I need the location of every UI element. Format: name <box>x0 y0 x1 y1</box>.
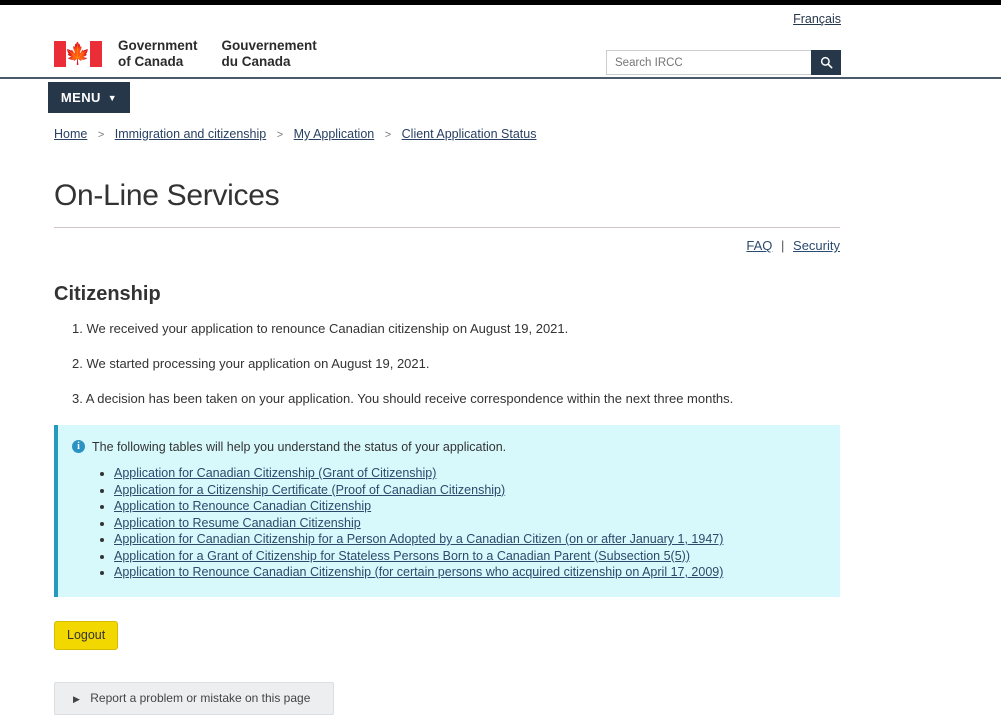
application-type-link[interactable]: Application for a Citizenship Certificat… <box>114 483 505 497</box>
search-input[interactable] <box>606 50 811 75</box>
breadcrumb-item-my-application[interactable]: My Application <box>294 127 375 141</box>
breadcrumb-item-immigration-and-citizenship[interactable]: Immigration and citizenship <box>115 127 266 141</box>
breadcrumb: Home > Immigration and citizenship > My … <box>54 127 1001 141</box>
status-item: 2. We started processing your applicatio… <box>72 356 430 371</box>
list-item: Application to Renounce Canadian Citizen… <box>114 564 824 581</box>
utility-links-divider: | <box>781 238 785 253</box>
breadcrumb-item-home[interactable]: Home <box>54 127 87 141</box>
status-item: 3. A decision has been taken on your app… <box>72 391 734 406</box>
chevron-down-icon: ▼ <box>107 92 118 103</box>
list-item: Application to Resume Canadian Citizensh… <box>114 515 824 532</box>
status-item: 1. We received your application to renou… <box>72 321 569 336</box>
wordmark-en-line1: Government <box>118 38 198 53</box>
flag-right-bar <box>90 40 102 67</box>
application-type-link[interactable]: Application for Canadian Citizenship for… <box>114 532 723 546</box>
breadcrumb-item-client-application-status[interactable]: Client Application Status <box>402 127 537 141</box>
canada-flag-icon: 🍁 <box>54 40 102 67</box>
application-type-link-list: Application for Canadian Citizenship (Gr… <box>72 465 824 581</box>
utility-links: FAQ | Security <box>54 238 840 253</box>
breadcrumb-separator: > <box>97 129 105 141</box>
wordmark-fr-line1: Gouvernement <box>221 38 317 53</box>
menu-button[interactable]: MENU ▼ <box>48 82 130 113</box>
government-of-canada-brand[interactable]: 🍁 Government of Canada Gouvernement du C… <box>54 38 341 69</box>
page-root: Français 🍁 Government of Canada Gouverne… <box>0 5 1001 715</box>
list-item: Application to Renounce Canadian Citizen… <box>114 498 824 515</box>
breadcrumb-separator: > <box>276 129 284 141</box>
section-title-citizenship: Citizenship <box>54 283 161 305</box>
brand-wordmark: Government of Canada Gouvernement du Can… <box>118 38 341 69</box>
menu-bar: MENU ▼ <box>0 77 1001 115</box>
report-problem-toggle[interactable]: ▶ Report a problem or mistake on this pa… <box>54 681 334 715</box>
application-type-link[interactable]: Application for Canadian Citizenship (Gr… <box>114 466 436 480</box>
application-type-link[interactable]: Application for a Grant of Citizenship f… <box>114 549 690 563</box>
language-toggle-area: Français <box>793 10 841 28</box>
maple-leaf-icon: 🍁 <box>64 42 92 65</box>
page-title-divider <box>54 227 840 228</box>
security-link[interactable]: Security <box>793 238 840 253</box>
main-content: On-Line Services FAQ | Security Citizens… <box>54 179 840 715</box>
logout-button[interactable]: Logout <box>54 620 119 650</box>
application-status-list: 1. We received your application to renou… <box>54 320 840 407</box>
wordmark-french: Gouvernement du Canada <box>222 38 317 69</box>
list-item: Application for a Grant of Citizenship f… <box>114 548 824 565</box>
application-type-link[interactable]: Application to Resume Canadian Citizensh… <box>114 516 361 530</box>
faq-link[interactable]: FAQ <box>746 238 772 253</box>
site-search <box>606 50 841 75</box>
list-item: Application for Canadian Citizenship (Gr… <box>114 465 824 482</box>
wordmark-english: Government of Canada <box>118 38 198 69</box>
application-type-link[interactable]: Application to Renounce Canadian Citizen… <box>114 565 723 579</box>
list-item: Application for a Citizenship Certificat… <box>114 482 824 499</box>
breadcrumb-separator: > <box>384 129 392 141</box>
info-circle-icon: i <box>72 440 85 453</box>
triangle-right-icon: ▶ <box>73 693 80 704</box>
page-title: On-Line Services <box>54 179 280 212</box>
list-item: Application for Canadian Citizenship for… <box>114 531 824 548</box>
report-problem-label: Report a problem or mistake on this page <box>90 690 311 705</box>
menu-button-label: MENU <box>60 90 101 105</box>
search-button[interactable] <box>811 50 841 75</box>
wordmark-fr-line2: du Canada <box>221 53 291 69</box>
site-header: Français 🍁 Government of Canada Gouverne… <box>0 5 1001 79</box>
search-icon <box>820 56 832 69</box>
info-alert-box: i The following tables will help you und… <box>54 425 840 597</box>
info-alert-message: The following tables will help you under… <box>92 440 507 454</box>
application-type-link[interactable]: Application to Renounce Canadian Citizen… <box>114 499 371 513</box>
wordmark-en-line2: of Canada <box>118 53 184 69</box>
info-alert-header: i The following tables will help you und… <box>72 439 824 455</box>
language-link-francais[interactable]: Français <box>793 12 841 26</box>
